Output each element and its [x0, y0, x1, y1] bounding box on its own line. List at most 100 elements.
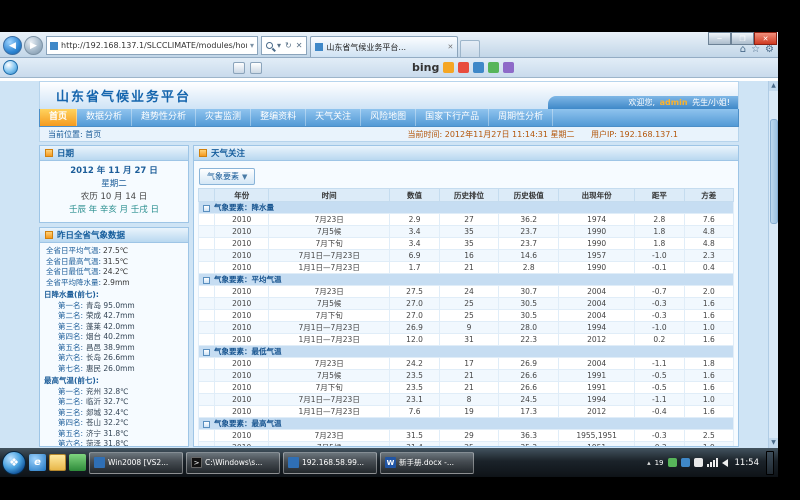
- table-cell: 2010: [215, 238, 269, 250]
- tab-close-icon[interactable]: ✕: [448, 43, 454, 51]
- browser-search-controls[interactable]: ▾ ↻ ✕: [261, 36, 307, 55]
- nav-item-8[interactable]: 国家下行产品: [416, 109, 489, 126]
- table-row[interactable]: 20101月1日—7月23日12.03122.320120.21.6: [199, 334, 734, 346]
- table-cell: -1.1: [635, 394, 684, 406]
- stop-icon[interactable]: ✕: [296, 41, 303, 50]
- table-cell: 7月23日: [268, 430, 389, 442]
- group-marker-icon[interactable]: [203, 277, 210, 284]
- search-dropdown-icon[interactable]: ▾: [277, 41, 281, 50]
- start-button[interactable]: ❖: [2, 451, 26, 475]
- toolbar-app-icon-1[interactable]: [458, 62, 469, 73]
- taskbar-button[interactable]: 192.168.58.99...: [283, 452, 377, 474]
- browser-tab-active[interactable]: 山东省气候业务平台... ✕: [310, 36, 458, 57]
- address-dropdown-icon[interactable]: ▾: [250, 41, 254, 50]
- group-label: 气象要素：降水量: [214, 203, 274, 212]
- word-icon: W: [385, 457, 396, 468]
- browser-back-button[interactable]: ◀: [3, 36, 22, 55]
- table-group-row[interactable]: 气象要素：最低气温: [199, 346, 734, 358]
- rank-value: 菏泽 31.8℃: [86, 439, 129, 447]
- minimize-button[interactable]: ─: [708, 32, 731, 45]
- taskbar-button[interactable]: W新手册.docx -...: [380, 452, 474, 474]
- assistant-widget-icon[interactable]: [3, 60, 18, 75]
- nav-item-9[interactable]: 周期性分析: [489, 109, 553, 126]
- table-row[interactable]: 20107月1日—7月23日6.91614.61957-1.02.3: [199, 250, 734, 262]
- app-quicklaunch-icon[interactable]: [69, 454, 86, 471]
- table-row[interactable]: 20107月1日—7月23日23.1824.51994-1.11.0: [199, 394, 734, 406]
- table-row[interactable]: 20107月23日2.92736.219742.87.6: [199, 214, 734, 226]
- toolbar-app-icon-3[interactable]: [488, 62, 499, 73]
- table-row[interactable]: 20107月23日31.52936.31955,1951-0.32.5: [199, 430, 734, 442]
- explorer-folder-icon[interactable]: [49, 454, 66, 471]
- toolbar-app-icon-2[interactable]: [473, 62, 484, 73]
- bing-tile-icon[interactable]: [443, 62, 454, 73]
- nav-item-1[interactable]: 首页: [40, 109, 77, 126]
- group-marker-icon[interactable]: [203, 205, 210, 212]
- nav-item-7[interactable]: 风险地图: [361, 109, 416, 126]
- content-columns: 日期 2012 年 11 月 27 日 星期二 农历 10 月 14 日 壬辰 …: [39, 145, 739, 447]
- tray-expand-icon[interactable]: ▴: [647, 459, 651, 467]
- table-cell: 16: [439, 250, 499, 262]
- ie-quicklaunch-icon[interactable]: e: [29, 454, 46, 471]
- table-row[interactable]: 20107月下旬3.43523.719901.84.8: [199, 238, 734, 250]
- rank-value: 青岛 95.0mm: [86, 301, 135, 312]
- table-cell: 17: [439, 358, 499, 370]
- bing-logo[interactable]: bing: [412, 61, 439, 74]
- scrollbar-thumb[interactable]: [770, 119, 778, 224]
- rank-item: 第六名:菏泽 31.8℃: [44, 439, 184, 447]
- show-desktop-button[interactable]: [766, 451, 774, 475]
- current-time-text: 当前时间: 2012年11月27日 11:14:31 星期二: [408, 130, 575, 139]
- network-icon[interactable]: [707, 458, 718, 467]
- table-row[interactable]: 20107月下旬23.52126.61991-0.51.6: [199, 382, 734, 394]
- rdp-icon: [288, 457, 299, 468]
- taskbar-button[interactable]: Win2008 [VS2...: [89, 452, 183, 474]
- table-row[interactable]: 20107月5候23.52126.61991-0.51.6: [199, 370, 734, 382]
- vertical-scrollbar[interactable]: ▲ ▼: [768, 81, 778, 448]
- tray-app-icon-3[interactable]: [694, 458, 703, 467]
- windows-flag-icon: ❖: [9, 456, 19, 469]
- table-row[interactable]: 20107月1日—7月23日26.9928.01994-1.01.0: [199, 322, 734, 334]
- table-row[interactable]: 20107月5候3.43523.719901.84.8: [199, 226, 734, 238]
- browser-forward-button[interactable]: ▶: [24, 36, 43, 55]
- refresh-icon[interactable]: ↻: [285, 41, 292, 50]
- element-filter-button[interactable]: 气象要素 ▼: [199, 168, 255, 185]
- mail-icon[interactable]: [233, 62, 245, 74]
- group-marker-icon[interactable]: [203, 421, 210, 428]
- table-group-row[interactable]: 气象要素：降水量: [199, 202, 734, 214]
- table-row[interactable]: 20107月下旬27.02530.52004-0.31.6: [199, 310, 734, 322]
- volume-icon[interactable]: [722, 459, 728, 467]
- filter-row: 气象要素 ▼: [194, 161, 738, 188]
- table-cell: -0.7: [635, 286, 684, 298]
- tray-app-icon-1[interactable]: [668, 458, 677, 467]
- home-icon[interactable]: ⌂: [740, 44, 746, 55]
- print-icon[interactable]: [250, 62, 262, 74]
- breadcrumb-row: 当前位置: 首页 当前时间: 2012年11月27日 11:14:31 星期二 …: [39, 127, 739, 142]
- scroll-up-icon[interactable]: ▲: [769, 81, 778, 91]
- table-group-row[interactable]: 气象要素：最高气温: [199, 418, 734, 430]
- nav-item-3[interactable]: 趋势性分析: [132, 109, 196, 126]
- toolbar-app-icon-4[interactable]: [503, 62, 514, 73]
- scroll-down-icon[interactable]: ▼: [769, 438, 778, 448]
- taskbar-clock[interactable]: 11:54: [732, 458, 763, 468]
- rank-label: 第四名:: [58, 332, 83, 343]
- tray-app-icon-2[interactable]: [681, 458, 690, 467]
- new-tab-button[interactable]: [460, 40, 480, 57]
- table-group-row[interactable]: 气象要素：平均气温: [199, 274, 734, 286]
- taskbar-button[interactable]: >C:\Windows\s...: [186, 452, 280, 474]
- nav-item-6[interactable]: 天气关注: [306, 109, 361, 126]
- table-row[interactable]: 20107月5候31.42535.31951-0.31.9: [199, 442, 734, 448]
- browser-address-bar[interactable]: http://192.168.137.1/SLCCLIMATE/modules/…: [46, 36, 258, 55]
- group-marker-icon[interactable]: [203, 349, 210, 356]
- table-row[interactable]: 20107月23日24.21726.92004-1.11.8: [199, 358, 734, 370]
- nav-item-5[interactable]: 整编资料: [251, 109, 306, 126]
- table-cell: 4.8: [684, 226, 733, 238]
- favorites-star-icon[interactable]: ☆: [751, 44, 760, 55]
- table-cell: 2010: [215, 250, 269, 262]
- table-row[interactable]: 20101月1日—7月23日1.7212.81990-0.10.4: [199, 262, 734, 274]
- table-row[interactable]: 20107月5候27.02530.52004-0.31.6: [199, 298, 734, 310]
- tools-gear-icon[interactable]: ⚙: [765, 44, 774, 55]
- nav-item-4[interactable]: 灾害监测: [196, 109, 251, 126]
- nav-item-2[interactable]: 数据分析: [77, 109, 132, 126]
- table-row[interactable]: 20107月23日27.52430.72004-0.72.0: [199, 286, 734, 298]
- page-title: 山东省气候业务平台: [56, 86, 191, 105]
- table-row[interactable]: 20101月1日—7月23日7.61917.32012-0.41.6: [199, 406, 734, 418]
